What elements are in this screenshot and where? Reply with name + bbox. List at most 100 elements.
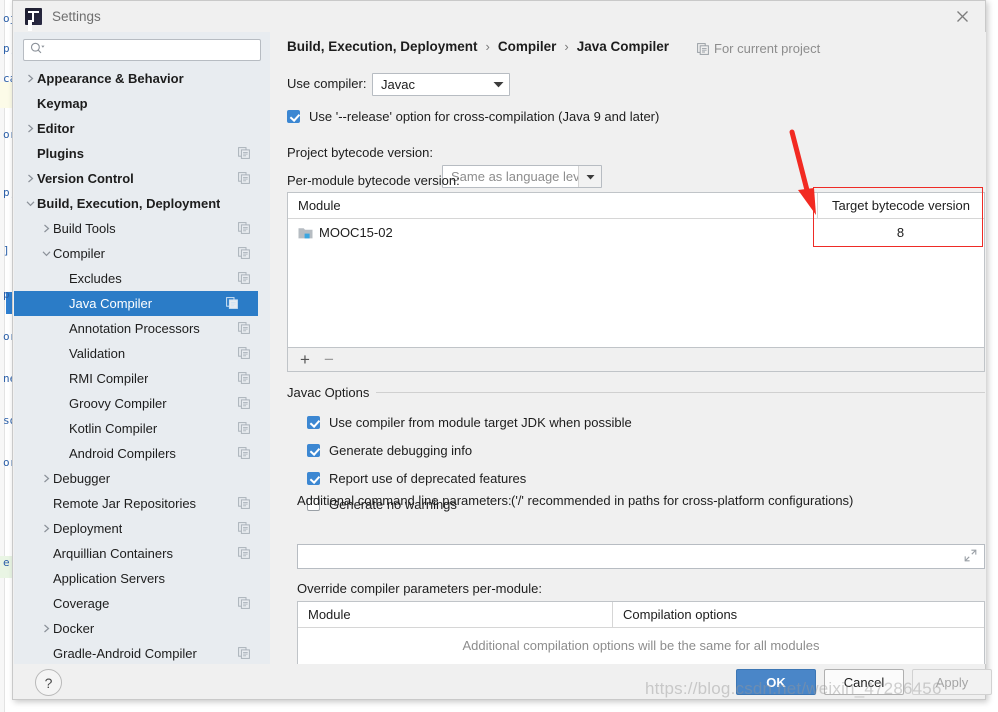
chevron-down-icon[interactable]: [487, 74, 509, 95]
sidebar-item-label: Keymap: [37, 96, 88, 111]
sidebar-item-groovy-compiler[interactable]: Groovy Compiler: [14, 391, 270, 416]
copy-settings-icon[interactable]: [238, 522, 250, 537]
table-row[interactable]: MOOC15-02 8: [288, 219, 984, 246]
sidebar-item-remote-jar-repositories[interactable]: Remote Jar Repositories: [14, 491, 270, 516]
use-compiler-dropdown[interactable]: Javac: [372, 73, 510, 96]
sidebar-item-plugins[interactable]: Plugins: [14, 141, 270, 166]
sidebar-item-kotlin-compiler[interactable]: Kotlin Compiler: [14, 416, 270, 441]
java-compiler-settings-panel: Build, Execution, Deployment › Compiler …: [270, 32, 986, 664]
sidebar-item-build-execution-deployment[interactable]: Build, Execution, Deployment: [14, 191, 270, 216]
target-bytecode-version-value[interactable]: 8: [897, 225, 904, 240]
copy-settings-icon[interactable]: [238, 247, 250, 262]
copy-settings-icon[interactable]: [238, 347, 250, 362]
copy-settings-icon[interactable]: [238, 547, 250, 562]
sidebar-item-validation[interactable]: Validation: [14, 341, 270, 366]
copy-settings-icon[interactable]: [238, 272, 250, 287]
sidebar-item-debugger[interactable]: Debugger: [14, 466, 270, 491]
use-release-option-row[interactable]: Use '--release' option for cross-compila…: [287, 109, 659, 124]
additional-params-input[interactable]: [297, 544, 985, 569]
sidebar-item-application-servers[interactable]: Application Servers: [14, 566, 270, 591]
copy-settings-icon[interactable]: [238, 322, 250, 337]
javac-option-label: Report use of deprecated features: [329, 471, 527, 486]
module-folder-icon: [298, 226, 313, 239]
column-header-module[interactable]: Module: [288, 193, 817, 218]
sidebar-item-coverage[interactable]: Coverage: [14, 591, 270, 616]
breadcrumb-part-compiler[interactable]: Compiler: [498, 39, 557, 54]
per-module-bytecode-table[interactable]: Module Target bytecode version MOOC15-02…: [287, 192, 985, 348]
add-module-button[interactable]: +: [300, 351, 310, 368]
sidebar-item-android-compilers[interactable]: Android Compilers: [14, 441, 270, 466]
override-compiler-params-table[interactable]: Module Compilation options Additional co…: [297, 601, 985, 664]
chevron-right-icon[interactable]: [40, 522, 53, 535]
chevron-right-icon[interactable]: [24, 172, 37, 185]
javac-option-checkbox[interactable]: [307, 416, 320, 429]
copy-settings-icon[interactable]: [238, 497, 250, 512]
copy-settings-icon[interactable]: [238, 147, 250, 162]
sidebar-item-docker[interactable]: Docker: [14, 616, 270, 641]
chevron-down-icon[interactable]: [40, 247, 53, 260]
column-header-module[interactable]: Module: [298, 602, 612, 627]
sidebar-item-rmi-compiler[interactable]: RMI Compiler: [14, 366, 270, 391]
copy-settings-icon[interactable]: [238, 447, 250, 462]
editor-text-fragment: or: [3, 128, 12, 141]
sidebar-item-version-control[interactable]: Version Control: [14, 166, 270, 191]
sidebar-item-deployment[interactable]: Deployment: [14, 516, 270, 541]
javac-option-row-1[interactable]: Generate debugging info: [307, 443, 472, 458]
chevron-down-icon[interactable]: [24, 197, 37, 210]
search-box[interactable]: [23, 39, 261, 61]
chevron-right-icon[interactable]: [40, 622, 53, 635]
cancel-button[interactable]: Cancel: [824, 669, 904, 695]
sidebar-item-annotation-processors[interactable]: Annotation Processors: [14, 316, 270, 341]
javac-option-checkbox[interactable]: [307, 444, 320, 457]
javac-option-row-0[interactable]: Use compiler from module target JDK when…: [307, 415, 632, 430]
chevron-right-icon[interactable]: [24, 72, 37, 85]
apply-button[interactable]: Apply: [912, 669, 992, 695]
project-bytecode-dropdown[interactable]: Same as language level: [442, 165, 602, 188]
sidebar-item-keymap[interactable]: Keymap: [14, 91, 270, 116]
expand-editor-icon[interactable]: [964, 549, 977, 565]
sidebar-item-excludes[interactable]: Excludes: [14, 266, 270, 291]
copy-settings-icon[interactable]: [238, 647, 250, 662]
breadcrumb-part-build-execution-deployment[interactable]: Build, Execution, Deployment: [287, 39, 478, 54]
sidebar-item-compiler[interactable]: Compiler: [14, 241, 270, 266]
sidebar-item-label: Coverage: [53, 596, 110, 611]
sidebar-item-arquillian-containers[interactable]: Arquillian Containers: [14, 541, 270, 566]
copy-settings-icon[interactable]: [238, 222, 250, 237]
breadcrumb-separator-icon: ›: [564, 39, 569, 54]
sidebar-item-label: Remote Jar Repositories: [53, 496, 197, 511]
copy-settings-icon[interactable]: [238, 397, 250, 412]
search-input[interactable]: [45, 42, 254, 58]
settings-tree[interactable]: Appearance & Behavior Keymap Editor Plugins…: [14, 66, 270, 664]
column-header-compilation-options[interactable]: Compilation options: [612, 602, 984, 627]
copy-settings-icon[interactable]: [226, 297, 238, 312]
chevron-down-icon[interactable]: [578, 166, 601, 187]
sidebar-item-label: Excludes: [69, 271, 122, 286]
javac-option-checkbox[interactable]: [307, 472, 320, 485]
chevron-right-icon[interactable]: [40, 222, 53, 235]
sidebar-item-gradle-android-compiler[interactable]: Gradle-Android Compiler: [14, 641, 270, 664]
copy-settings-icon[interactable]: [238, 422, 250, 437]
close-icon[interactable]: [939, 1, 985, 32]
chevron-right-icon[interactable]: [40, 472, 53, 485]
copy-settings-icon[interactable]: [238, 597, 250, 612]
remove-module-button[interactable]: −: [324, 351, 334, 368]
sidebar-item-build-tools[interactable]: Build Tools: [14, 216, 270, 241]
breadcrumb-part-java-compiler: Java Compiler: [576, 39, 670, 54]
project-bytecode-value: Same as language level: [451, 169, 578, 184]
column-header-target-bytecode-version[interactable]: Target bytecode version: [817, 193, 984, 218]
copy-settings-icon[interactable]: [238, 372, 250, 387]
sidebar-item-label: Android Compilers: [69, 446, 176, 461]
group-divider: [376, 392, 985, 393]
ok-button[interactable]: OK: [736, 669, 816, 695]
javac-option-row-2[interactable]: Report use of deprecated features: [307, 471, 526, 486]
sidebar-item-appearance-behavior[interactable]: Appearance & Behavior: [14, 66, 270, 91]
module-table-toolbar: + −: [287, 348, 985, 372]
help-button[interactable]: ?: [35, 669, 62, 696]
sidebar-item-java-compiler[interactable]: Java Compiler: [14, 291, 258, 316]
copy-settings-icon[interactable]: [238, 172, 250, 187]
chevron-right-icon[interactable]: [24, 122, 37, 135]
use-release-option-checkbox[interactable]: [287, 110, 300, 123]
editor-text-fragment: ne: [3, 372, 12, 385]
sidebar-item-editor[interactable]: Editor: [14, 116, 270, 141]
